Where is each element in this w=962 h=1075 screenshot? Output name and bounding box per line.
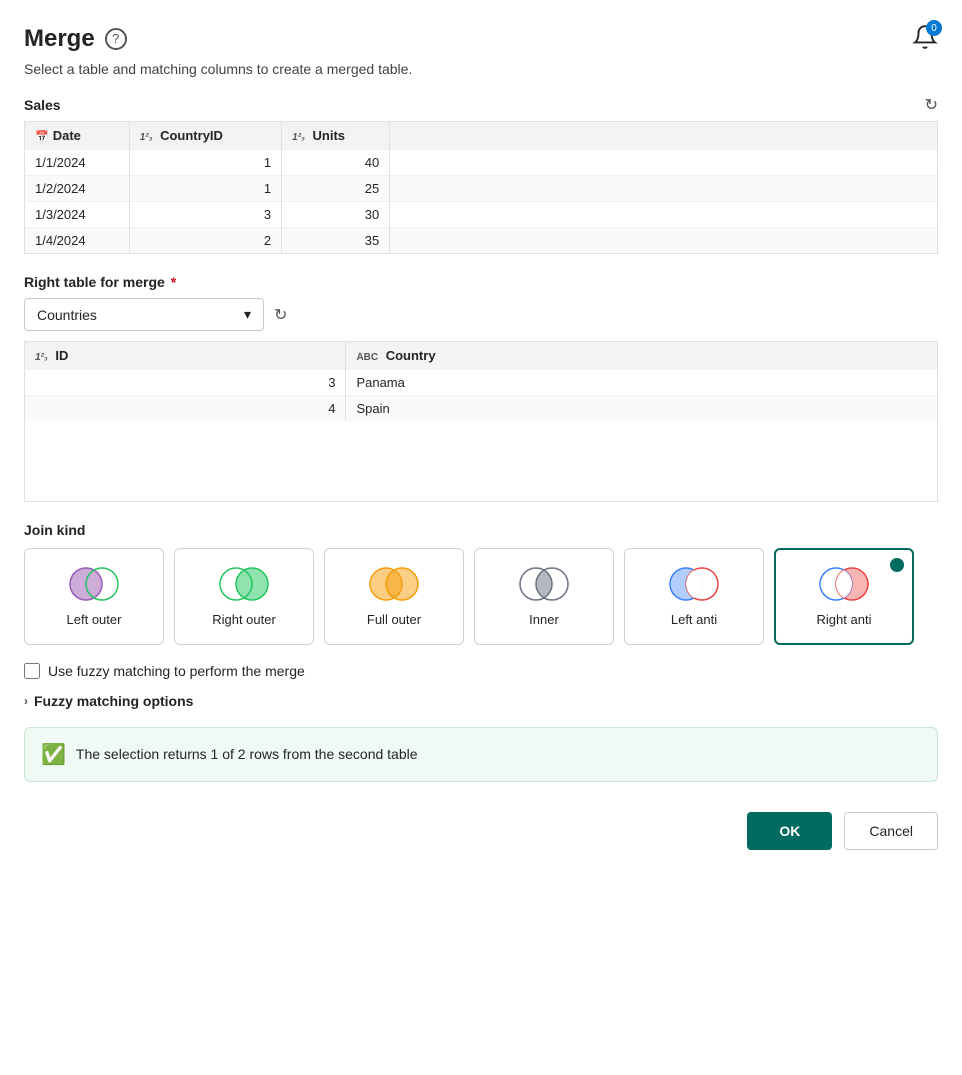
check-circle-icon: ✅	[41, 742, 66, 767]
dropdown-row: Countries ▾ ↻	[24, 298, 938, 331]
join-left-anti-label: Left anti	[671, 612, 717, 627]
selected-indicator	[890, 558, 904, 572]
join-option-inner[interactable]: Inner	[474, 548, 614, 645]
chevron-right-icon: ›	[24, 694, 28, 708]
fuzzy-matching-row[interactable]: Use fuzzy matching to perform the merge	[24, 663, 938, 679]
table-row: 4Spain	[25, 396, 938, 422]
fuzzy-options-label: Fuzzy matching options	[34, 693, 193, 709]
full-outer-venn-icon	[368, 566, 420, 602]
table-row: 1/1/2024140	[25, 150, 938, 176]
table-row: 3Panama	[25, 370, 938, 396]
dialog-header: Merge ? 0	[24, 24, 938, 53]
right-table-dropdown[interactable]: Countries ▾	[24, 298, 264, 331]
ok-button[interactable]: OK	[747, 812, 832, 850]
fuzzy-options-row[interactable]: › Fuzzy matching options	[24, 693, 938, 709]
left-outer-venn-icon	[68, 566, 120, 602]
sales-col-countryid: 1²₃ CountryID	[129, 122, 281, 150]
join-right-outer-label: Right outer	[212, 612, 276, 627]
countries-col-country: ABC Country	[346, 342, 938, 370]
sales-section-label: Sales ↻	[24, 95, 938, 115]
sales-refresh-button[interactable]: ↻	[925, 95, 938, 115]
notification-icon[interactable]: 0	[912, 24, 938, 53]
help-icon[interactable]: ?	[105, 28, 127, 50]
sales-col-date: 📅Date	[25, 122, 130, 150]
join-option-right-anti[interactable]: Right anti	[774, 548, 914, 645]
sales-col-empty	[390, 122, 938, 150]
inner-venn-icon	[518, 566, 570, 602]
right-outer-venn-icon	[218, 566, 270, 602]
join-option-left-outer[interactable]: Left outer	[24, 548, 164, 645]
status-message: The selection returns 1 of 2 rows from t…	[76, 746, 418, 762]
status-banner: ✅ The selection returns 1 of 2 rows from…	[24, 727, 938, 782]
join-option-left-anti[interactable]: Left anti	[624, 548, 764, 645]
join-full-outer-label: Full outer	[367, 612, 421, 627]
right-table-label: Right table for merge *	[24, 274, 938, 290]
action-row: OK Cancel	[24, 812, 938, 850]
join-right-anti-label: Right anti	[817, 612, 872, 627]
fuzzy-matching-checkbox[interactable]	[24, 663, 40, 679]
countries-table: 1²₃ ID ABC Country 3Panama 4Spain	[24, 341, 938, 502]
title-area: Merge ?	[24, 25, 127, 53]
table-row: 1/4/2024235	[25, 228, 938, 254]
table-row: 1/2/2024125	[25, 176, 938, 202]
join-inner-label: Inner	[529, 612, 559, 627]
sales-col-units: 1²₃ Units	[282, 122, 390, 150]
join-left-outer-label: Left outer	[67, 612, 122, 627]
left-anti-venn-icon	[668, 566, 720, 602]
right-table-refresh-button[interactable]: ↻	[274, 305, 287, 325]
subtitle-text: Select a table and matching columns to c…	[24, 61, 938, 77]
page-title: Merge	[24, 25, 95, 53]
join-kind-label: Join kind	[24, 522, 938, 538]
notification-badge: 0	[926, 20, 942, 36]
table-row-empty	[25, 421, 938, 501]
cancel-button[interactable]: Cancel	[844, 812, 938, 850]
join-option-full-outer[interactable]: Full outer	[324, 548, 464, 645]
table-row: 1/3/2024330	[25, 202, 938, 228]
fuzzy-matching-label: Use fuzzy matching to perform the merge	[48, 663, 305, 679]
join-kind-options: Left outer Right outer Full outer Inner	[24, 548, 938, 645]
join-option-right-outer[interactable]: Right outer	[174, 548, 314, 645]
right-anti-venn-icon	[818, 566, 870, 602]
required-indicator: *	[171, 274, 176, 290]
sales-table: 📅Date 1²₃ CountryID 1²₃ Units 1/1/202414…	[24, 121, 938, 254]
countries-col-id: 1²₃ ID	[25, 342, 346, 370]
chevron-down-icon: ▾	[244, 306, 251, 323]
